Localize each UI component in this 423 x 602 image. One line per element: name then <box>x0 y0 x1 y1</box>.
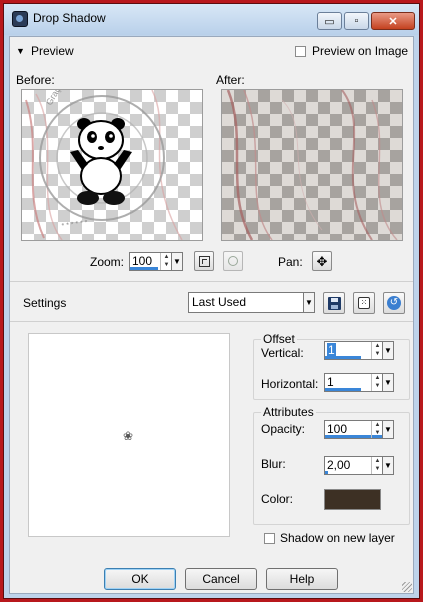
horizontal-slider-bar[interactable] <box>325 388 361 391</box>
before-preview-artwork: * * * * * * <box>25 90 183 240</box>
after-preview-artwork <box>226 90 398 240</box>
zoom-input[interactable]: 100 ▲ ▼ ▼ <box>129 252 183 271</box>
vertical-dropdown[interactable]: ▼ <box>382 342 393 359</box>
opacity-value: 100 <box>327 422 348 436</box>
offset-preview-canvas[interactable]: ❀ <box>28 333 230 537</box>
after-label: After: <box>216 73 245 87</box>
opacity-input[interactable]: 100 ▲ ▼ ▼ <box>324 420 394 439</box>
preview-toggle[interactable]: Preview <box>31 44 74 58</box>
horizontal-label: Horizontal: <box>261 377 319 391</box>
preview-on-image-checkbox[interactable] <box>295 46 306 57</box>
dice-icon: ⁙ <box>358 297 370 309</box>
shadow-new-layer-checkbox[interactable] <box>264 533 275 544</box>
zoom-actual-button[interactable] <box>223 251 243 271</box>
crosshair-icon[interactable]: ❀ <box>123 429 133 443</box>
zoom-value: 100 <box>132 254 153 268</box>
pan-button[interactable]: ✥ <box>312 251 332 271</box>
window-title: Drop Shadow <box>33 11 106 25</box>
collapse-triangle-icon[interactable]: ▼ <box>16 46 25 56</box>
settings-label: Settings <box>23 296 67 310</box>
zoom-dropdown[interactable]: ▼ <box>171 253 182 270</box>
vertical-input[interactable]: 1 ▲ ▼ ▼ <box>324 341 394 360</box>
offset-title: Offset <box>261 332 297 346</box>
opacity-dropdown[interactable]: ▼ <box>382 421 393 438</box>
blur-input[interactable]: 2,00 ▲ ▼ ▼ <box>324 456 394 475</box>
vertical-label: Vertical: <box>261 346 304 360</box>
ok-button[interactable]: OK <box>104 568 176 590</box>
app-icon <box>12 11 28 27</box>
settings-dropdown-arrow[interactable]: ▼ <box>303 293 314 312</box>
help-button[interactable]: Help <box>266 568 338 590</box>
separator-bottom <box>10 321 413 322</box>
save-preset-button[interactable] <box>323 292 345 314</box>
shadow-color-swatch[interactable] <box>324 489 381 510</box>
maximize-icon: ▫ <box>354 15 359 27</box>
blur-label: Blur: <box>261 457 286 471</box>
cancel-button[interactable]: Cancel <box>185 568 257 590</box>
dialog-window: Drop Shadow ▭ ▫ ✕ ▼ Preview Preview on I… <box>3 3 420 599</box>
horizontal-value: 1 <box>327 375 334 389</box>
shadow-new-layer-label[interactable]: Shadow on new layer <box>280 531 395 545</box>
close-icon: ✕ <box>388 15 398 28</box>
color-label: Color: <box>261 492 294 506</box>
attributes-title: Attributes <box>261 405 316 419</box>
zoom-slider-bar[interactable] <box>130 267 158 270</box>
settings-preset-value: Last Used <box>192 295 247 309</box>
zoom-fit-icon <box>198 255 210 267</box>
reset-button[interactable]: ↺ <box>383 292 405 314</box>
randomize-button[interactable]: ⁙ <box>353 292 375 314</box>
svg-text:* * * * * *: * * * * * * <box>61 219 88 230</box>
after-preview[interactable] <box>221 89 403 241</box>
minimize-button[interactable]: ▭ <box>317 12 342 30</box>
before-label: Before: <box>16 73 55 87</box>
zoom-label: Zoom: <box>90 255 125 269</box>
opacity-label: Opacity: <box>261 422 306 436</box>
pan-move-icon: ✥ <box>316 253 328 269</box>
vertical-value: 1 <box>327 343 336 357</box>
blur-slider-bar[interactable] <box>325 471 328 474</box>
zoom-actual-icon <box>228 256 238 266</box>
blur-value: 2,00 <box>327 458 351 472</box>
dialog-content: ▼ Preview Preview on Image Before: After… <box>9 36 414 594</box>
title-bar[interactable]: Drop Shadow ▭ ▫ ✕ <box>4 4 419 35</box>
resize-grip[interactable] <box>402 582 412 592</box>
close-button[interactable]: ✕ <box>371 12 415 30</box>
minimize-icon: ▭ <box>324 15 335 28</box>
maximize-button[interactable]: ▫ <box>344 12 369 30</box>
pan-label: Pan: <box>278 255 303 269</box>
separator-top <box>10 281 413 282</box>
save-icon <box>327 296 341 310</box>
settings-preset-select[interactable]: Last Used ▼ <box>188 292 315 313</box>
reset-icon: ↺ <box>387 296 401 310</box>
horizontal-input[interactable]: 1 ▲ ▼ ▼ <box>324 373 394 392</box>
preview-on-image-label[interactable]: Preview on Image <box>312 44 408 58</box>
zoom-fit-button[interactable] <box>194 251 214 271</box>
vertical-slider-bar[interactable] <box>325 356 361 359</box>
blur-dropdown[interactable]: ▼ <box>382 457 393 474</box>
before-preview[interactable]: * * * * * * Graça Saraiva Art's PSP <box>21 89 203 241</box>
horizontal-dropdown[interactable]: ▼ <box>382 374 393 391</box>
